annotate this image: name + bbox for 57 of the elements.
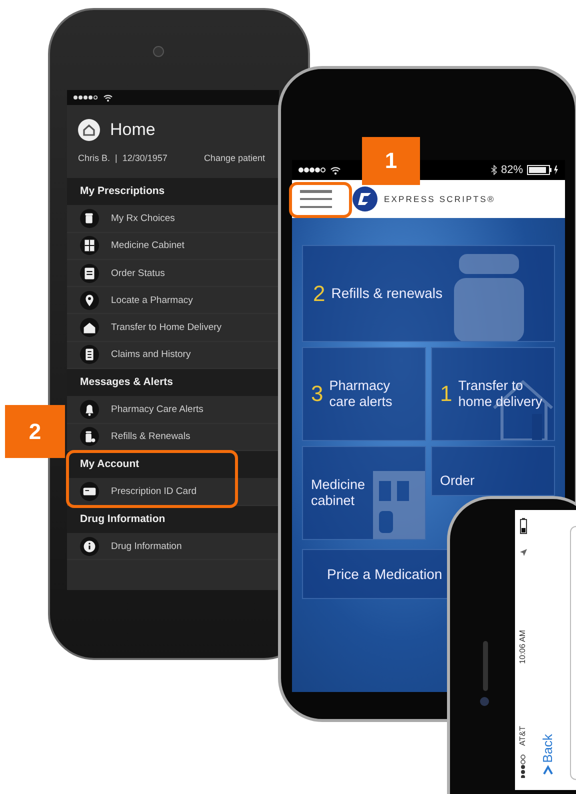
signal-icon — [520, 754, 526, 778]
patient-info: Chris B. | 12/30/1957 — [78, 153, 168, 163]
callout-number: 1 — [362, 137, 420, 185]
change-patient-link[interactable]: Change patient — [204, 153, 265, 163]
badge-count: 3 — [311, 381, 324, 407]
info-icon — [80, 536, 99, 556]
cabinet-icon — [80, 236, 99, 256]
document-icon — [80, 264, 99, 283]
menu-tile[interactable]: 2 Refills & renewals — [302, 245, 555, 342]
house-icon — [80, 318, 99, 338]
back-button[interactable]: Back — [540, 734, 555, 777]
battery-icon — [520, 518, 527, 534]
menu-item[interactable]: My Rx Choices — [111, 212, 175, 224]
logo-icon — [352, 186, 378, 212]
menu-item[interactable]: Claims and History — [111, 349, 191, 360]
menu-icon[interactable] — [300, 190, 332, 208]
section-header: Messages & Alerts — [67, 369, 279, 396]
menu-item[interactable]: Prescription ID Card — [111, 486, 197, 497]
card-icon — [80, 482, 99, 501]
bell-icon — [80, 400, 99, 420]
menu-item[interactable]: Medicine Cabinet — [111, 240, 184, 252]
battery-percentage: 82% — [500, 164, 523, 176]
menu-title: Home — [110, 120, 156, 140]
home-icon — [78, 119, 100, 141]
wifi-icon — [103, 94, 113, 102]
menu-item[interactable]: Order Status — [111, 268, 165, 279]
menu-tile[interactable]: Medicine cabinet — [302, 446, 426, 540]
menu-tile[interactable]: Order — [431, 446, 555, 496]
section-header: Drug Information — [67, 506, 279, 533]
section-header: My Prescriptions — [67, 178, 279, 206]
signal-icon — [298, 167, 326, 173]
menu-item[interactable]: Transfer to Home Delivery — [111, 322, 222, 334]
camera-icon — [480, 697, 489, 706]
badge-count: 2 — [313, 280, 326, 306]
menu-item[interactable]: Refills & Renewals — [111, 431, 190, 442]
battery-icon — [527, 165, 559, 175]
menu-item[interactable]: Drug Information — [111, 540, 182, 552]
callout-number: 2 — [5, 405, 65, 458]
wifi-icon — [330, 166, 341, 174]
chevron-icon — [542, 764, 552, 777]
carrier-name: AT&T — [518, 726, 527, 746]
menu-item[interactable]: Locate a Pharmacy — [111, 294, 193, 306]
list-icon — [80, 345, 99, 364]
highlight-outline — [289, 182, 352, 218]
menu-tile[interactable]: Price a Medication — [302, 549, 448, 599]
menu-item[interactable]: Pharmacy Care Alerts — [111, 404, 204, 416]
signal-icon — [73, 95, 99, 100]
bluetooth-icon — [490, 165, 497, 175]
location-pin-icon — [80, 290, 99, 310]
bottle-icon — [80, 427, 99, 446]
location-arrow-icon — [520, 549, 527, 556]
speaker-icon — [483, 641, 488, 691]
status-time: 10:06 AM — [518, 630, 527, 664]
badge-count: 1 — [440, 381, 452, 407]
camera-icon — [153, 46, 164, 57]
bottle-icon — [80, 208, 99, 228]
brand-name: EXPRESS SCRIPTS® — [384, 194, 496, 204]
